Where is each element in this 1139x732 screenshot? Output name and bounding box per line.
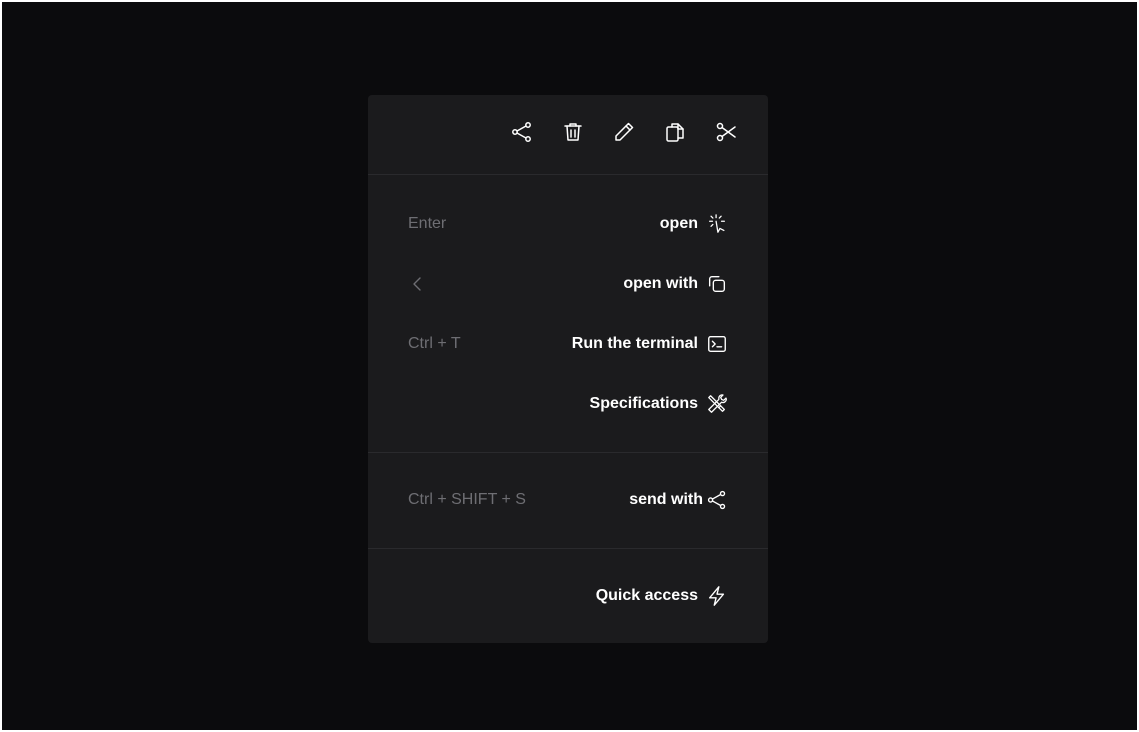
trash-icon [564,123,582,141]
share-icon [512,122,531,142]
divider [368,452,768,453]
menu-item-open[interactable]: Enter open [368,204,768,244]
terminal-icon [706,333,728,355]
shortcut-label: Enter [408,215,447,232]
scissors-icon [716,122,736,142]
delete-button[interactable] [560,119,586,145]
share-icon [706,489,728,511]
shortcut-label: Ctrl + SHIFT + S [408,491,526,508]
menu-item-label: Run the terminal [571,335,698,352]
menu-item-quick-access[interactable]: Quick access [368,576,768,616]
pencil-icon [615,122,634,141]
edit-button[interactable] [611,119,637,145]
menu-item-label: send with [629,491,703,508]
share-button[interactable] [509,119,535,145]
copy-button[interactable] [662,119,688,145]
menu-item-label: Quick access [595,587,698,604]
windows-stack-icon [706,273,728,295]
action-toolbar [368,95,768,175]
click-cursor-icon [706,213,728,235]
cut-button[interactable] [713,119,739,145]
tools-icon [706,393,728,415]
backdrop: Enter open open with Ctrl + T Run the te… [2,2,1137,730]
chevron-left-icon [413,277,421,291]
menu-item-specifications[interactable]: Specifications [368,384,768,424]
divider [368,548,768,549]
menu-item-label: Specifications [589,395,698,412]
menu-item-send-with[interactable]: Ctrl + SHIFT + S send with [368,480,768,520]
menu-item-label: open [659,215,698,232]
copy-icon [666,123,684,142]
shortcut-label: Ctrl + T [408,335,461,352]
menu-item-open-with[interactable]: open with [368,264,768,304]
menu-item-label: open with [623,275,698,292]
menu-item-run-terminal[interactable]: Ctrl + T Run the terminal [368,324,768,364]
context-menu: Enter open open with Ctrl + T Run the te… [368,95,768,643]
lightning-icon [706,585,728,607]
